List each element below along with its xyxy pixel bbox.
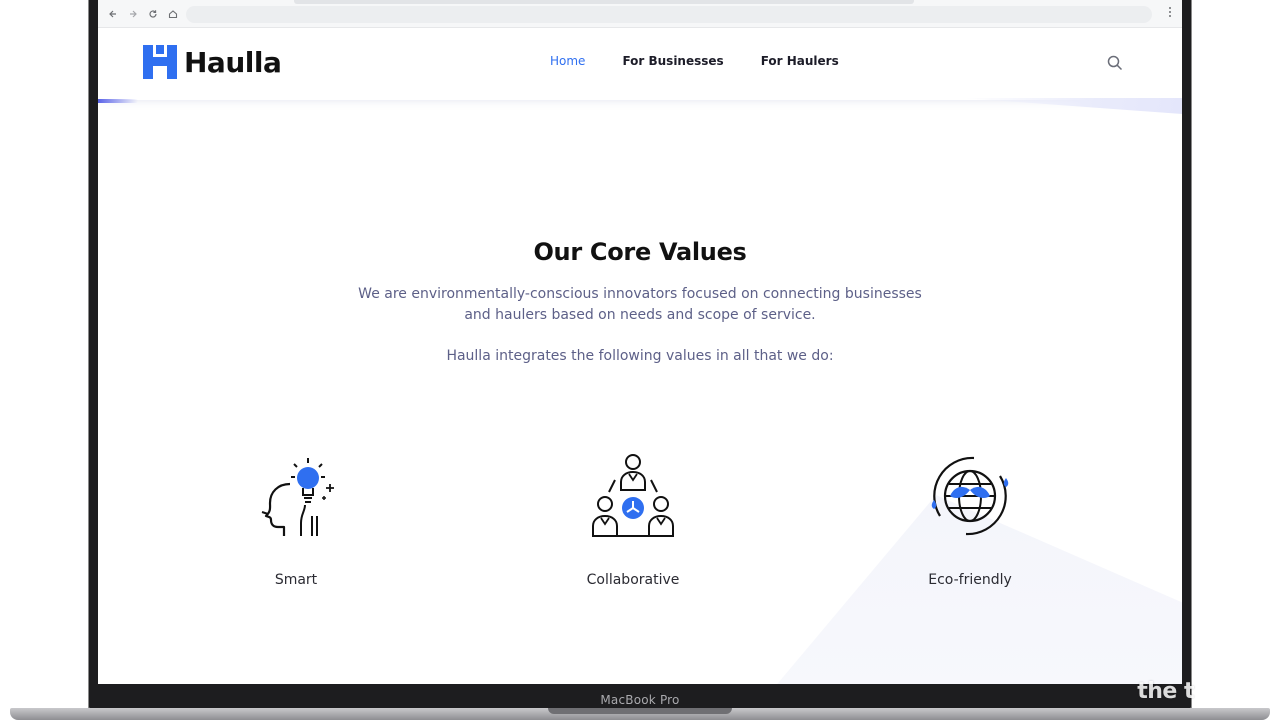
- head-lightbulb-icon: [261, 458, 334, 536]
- browser-toolbar: [98, 0, 1182, 28]
- home-icon[interactable]: [163, 4, 183, 24]
- nav-for-haulers[interactable]: For Haulers: [761, 54, 839, 68]
- kebab-menu-icon[interactable]: [1168, 6, 1172, 21]
- logo-text: Haulla: [184, 45, 282, 79]
- arrow-right-icon[interactable]: [123, 4, 143, 24]
- value-card-smart: Smart: [196, 450, 396, 588]
- address-bar[interactable]: [186, 6, 1152, 23]
- browser-tab-strip: [294, 0, 914, 4]
- value-label-smart: Smart: [274, 572, 318, 588]
- site-header: Haulla Home For Businesses For Haulers: [98, 28, 1182, 100]
- header-accent-wedge: [962, 98, 1182, 114]
- laptop-screen: Haulla Home For Businesses For Haulers O…: [98, 0, 1182, 684]
- main-nav: Home For Businesses For Haulers: [550, 54, 839, 68]
- site-logo[interactable]: Haulla: [142, 44, 282, 80]
- reload-icon[interactable]: [143, 4, 163, 24]
- value-label-collaborative: Collaborative: [586, 572, 680, 588]
- watermark-text: the t: [1137, 679, 1194, 704]
- laptop-notch: [548, 708, 732, 714]
- value-card-collaborative: Collaborative: [533, 450, 733, 588]
- nav-home[interactable]: Home: [550, 54, 585, 68]
- search-icon[interactable]: [1106, 54, 1124, 72]
- team-network-icon: [592, 454, 674, 537]
- section-description: We are environmentally-conscious innovat…: [358, 286, 922, 323]
- header-accent-line: [98, 99, 138, 103]
- value-label-eco-friendly: Eco-friendly: [928, 572, 1012, 588]
- nav-for-businesses[interactable]: For Businesses: [622, 54, 723, 68]
- browser-nav-buttons: [103, 4, 183, 24]
- laptop-model-label: MacBook Pro: [600, 693, 680, 707]
- globe-leaves-icon: [931, 456, 1009, 536]
- arrow-left-icon[interactable]: [103, 4, 123, 24]
- haulla-logo-icon: [143, 45, 177, 79]
- section-intro: Haulla integrates the following values i…: [446, 348, 834, 364]
- section-title: Our Core Values: [533, 238, 747, 266]
- value-card-eco-friendly: Eco-friendly: [870, 450, 1070, 588]
